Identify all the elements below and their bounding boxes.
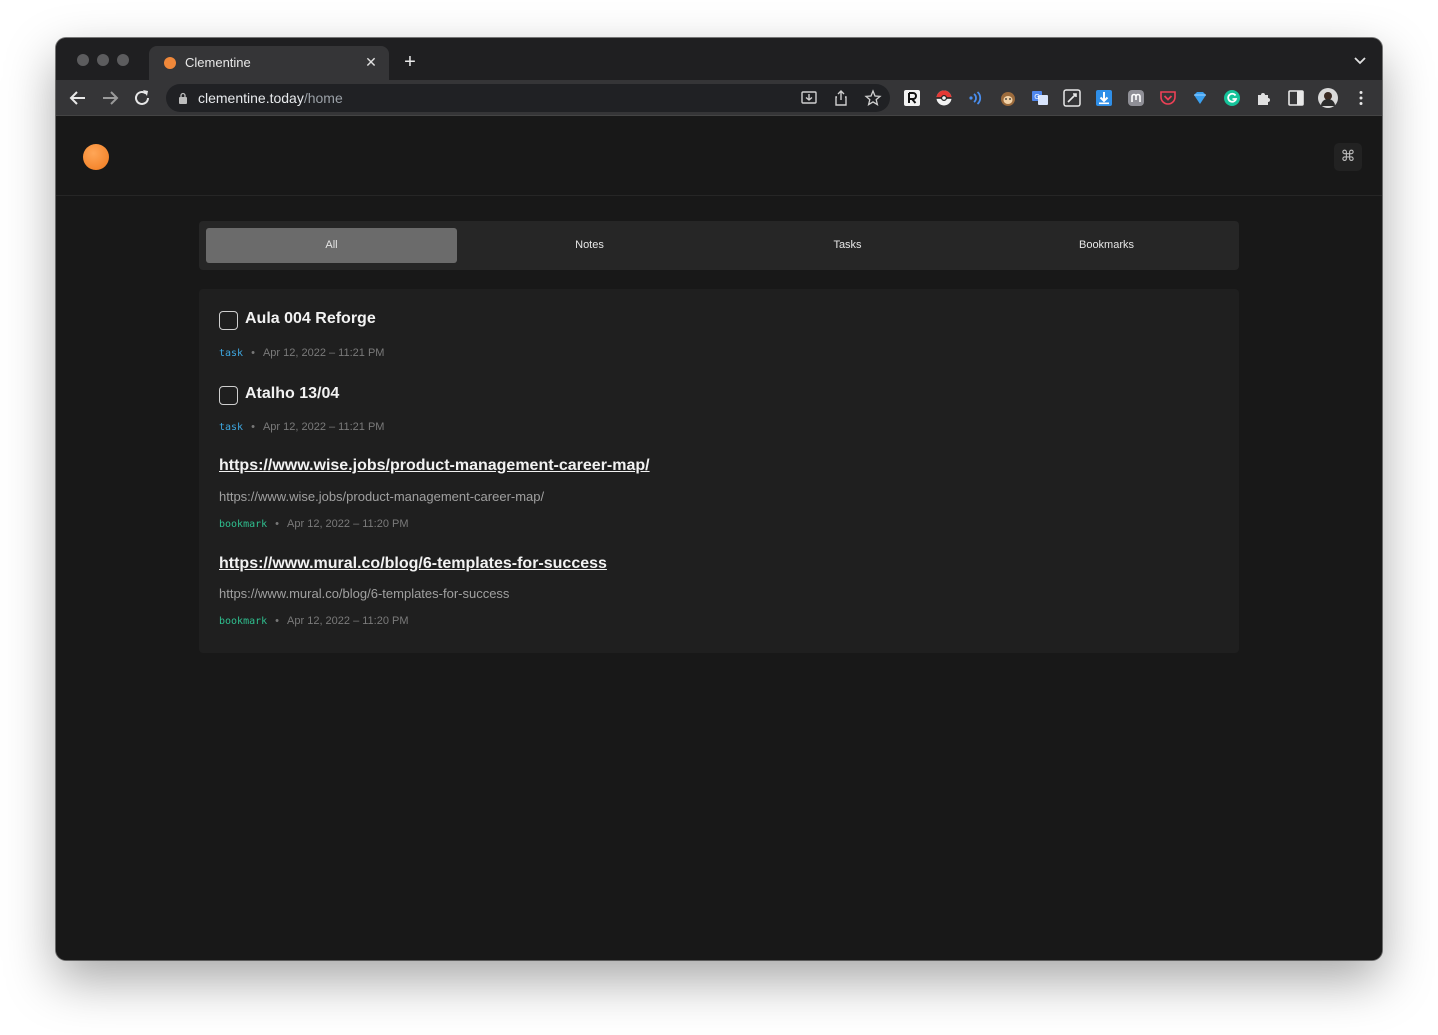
share-icon[interactable]	[832, 89, 850, 107]
item-type-tag: task	[219, 348, 244, 359]
translate-extension-icon[interactable]: G	[1031, 89, 1049, 107]
app-header: ⌘	[56, 117, 1382, 196]
bookmark-title-link[interactable]: https://www.wise.jobs/product-management…	[219, 457, 650, 475]
download-extension-icon[interactable]	[1095, 89, 1113, 107]
separator-dot: •	[275, 518, 280, 530]
item-date: Apr 12, 2022 – 11:20 PM	[287, 518, 409, 530]
address-bar[interactable]: clementine.today/home	[166, 84, 890, 112]
lock-icon[interactable]	[178, 92, 188, 104]
back-icon[interactable]	[67, 87, 89, 109]
item-meta: task • Apr 12, 2022 – 11:21 PM	[219, 421, 384, 433]
url-path: /home	[303, 90, 343, 106]
pokeball-extension-icon[interactable]	[935, 89, 953, 107]
task-checkbox[interactable]	[219, 311, 238, 330]
tab-tasks[interactable]: Tasks	[722, 228, 973, 263]
command-menu-button[interactable]: ⌘	[1334, 143, 1362, 171]
browser-toolbar: clementine.today/home G	[56, 80, 1382, 116]
bookmark-url: https://www.wise.jobs/product-management…	[219, 489, 545, 504]
close-window-button[interactable]	[77, 54, 89, 66]
instapaper-extension-icon[interactable]	[1063, 89, 1081, 107]
tab-close-button[interactable]: ✕	[361, 52, 381, 72]
mastodon-extension-icon[interactable]	[1127, 89, 1145, 107]
item-type-tag: bookmark	[219, 519, 268, 530]
task-checkbox[interactable]	[219, 386, 238, 405]
separator-dot: •	[251, 421, 255, 433]
item-type-tag: bookmark	[219, 616, 268, 627]
audio-extension-icon[interactable]	[967, 89, 985, 107]
item-meta: bookmark • Apr 12, 2022 – 11:20 PM	[219, 615, 409, 627]
url-host: clementine.today	[198, 90, 304, 106]
side-panel-icon[interactable]	[1287, 89, 1305, 107]
app-content: ⌘ All Notes Tasks Bookmarks Aula 004 Ref…	[56, 117, 1382, 960]
item-meta: bookmark • Apr 12, 2022 – 11:20 PM	[219, 518, 409, 530]
minimize-window-button[interactable]	[97, 54, 109, 66]
extensions-puzzle-icon[interactable]	[1255, 89, 1273, 107]
zoom-window-button[interactable]	[117, 54, 129, 66]
tab-all[interactable]: All	[206, 228, 457, 263]
reload-icon[interactable]	[131, 87, 153, 109]
separator-dot: •	[251, 347, 255, 359]
new-tab-button[interactable]: +	[399, 51, 421, 73]
item-meta: task • Apr 12, 2022 – 11:21 PM	[219, 347, 384, 359]
svg-text:G: G	[1034, 93, 1039, 101]
install-app-icon[interactable]	[800, 89, 818, 107]
item-date: Apr 12, 2022 – 11:21 PM	[262, 347, 385, 359]
favicon-icon	[164, 57, 176, 69]
tab-search-icon[interactable]	[1352, 52, 1368, 68]
filter-tabs: All Notes Tasks Bookmarks	[199, 221, 1239, 270]
item-date: Apr 12, 2022 – 11:20 PM	[287, 615, 409, 627]
task-title[interactable]: Atalho 13/04	[245, 385, 339, 403]
tab-bookmarks[interactable]: Bookmarks	[981, 228, 1232, 263]
item-date: Apr 12, 2022 – 11:21 PM	[262, 421, 385, 433]
monkey-extension-icon[interactable]	[999, 89, 1017, 107]
url-text[interactable]: clementine.today/home	[198, 90, 343, 106]
clementine-logo[interactable]	[83, 144, 109, 170]
task-title[interactable]: Aula 004 Reforge	[245, 310, 376, 328]
tab-notes[interactable]: Notes	[464, 228, 715, 263]
tab-strip: Clementine ✕ +	[56, 38, 1382, 80]
readwise-extension-icon[interactable]	[903, 89, 921, 107]
tab-title: Clementine	[185, 55, 251, 70]
diamond-extension-icon[interactable]	[1191, 89, 1209, 107]
browser-window: Clementine ✕ + clementine.today/home G ⌘…	[56, 38, 1382, 960]
item-type-tag: task	[219, 422, 244, 433]
separator-dot: •	[275, 615, 280, 627]
forward-icon[interactable]	[99, 87, 121, 109]
item-list: Aula 004 Reforge task • Apr 12, 2022 – 11:…	[199, 289, 1239, 653]
pocket-extension-icon[interactable]	[1159, 89, 1177, 107]
bookmark-star-icon[interactable]	[864, 89, 882, 107]
bookmark-url: https://www.mural.co/blog/6-templates-fo…	[219, 586, 510, 601]
more-menu-icon[interactable]	[1352, 89, 1370, 107]
browser-tab[interactable]: Clementine ✕	[149, 46, 389, 80]
bookmark-title-link[interactable]: https://www.mural.co/blog/6-templates-fo…	[219, 555, 607, 573]
grammarly-extension-icon[interactable]	[1223, 89, 1241, 107]
profile-avatar[interactable]	[1318, 88, 1338, 108]
